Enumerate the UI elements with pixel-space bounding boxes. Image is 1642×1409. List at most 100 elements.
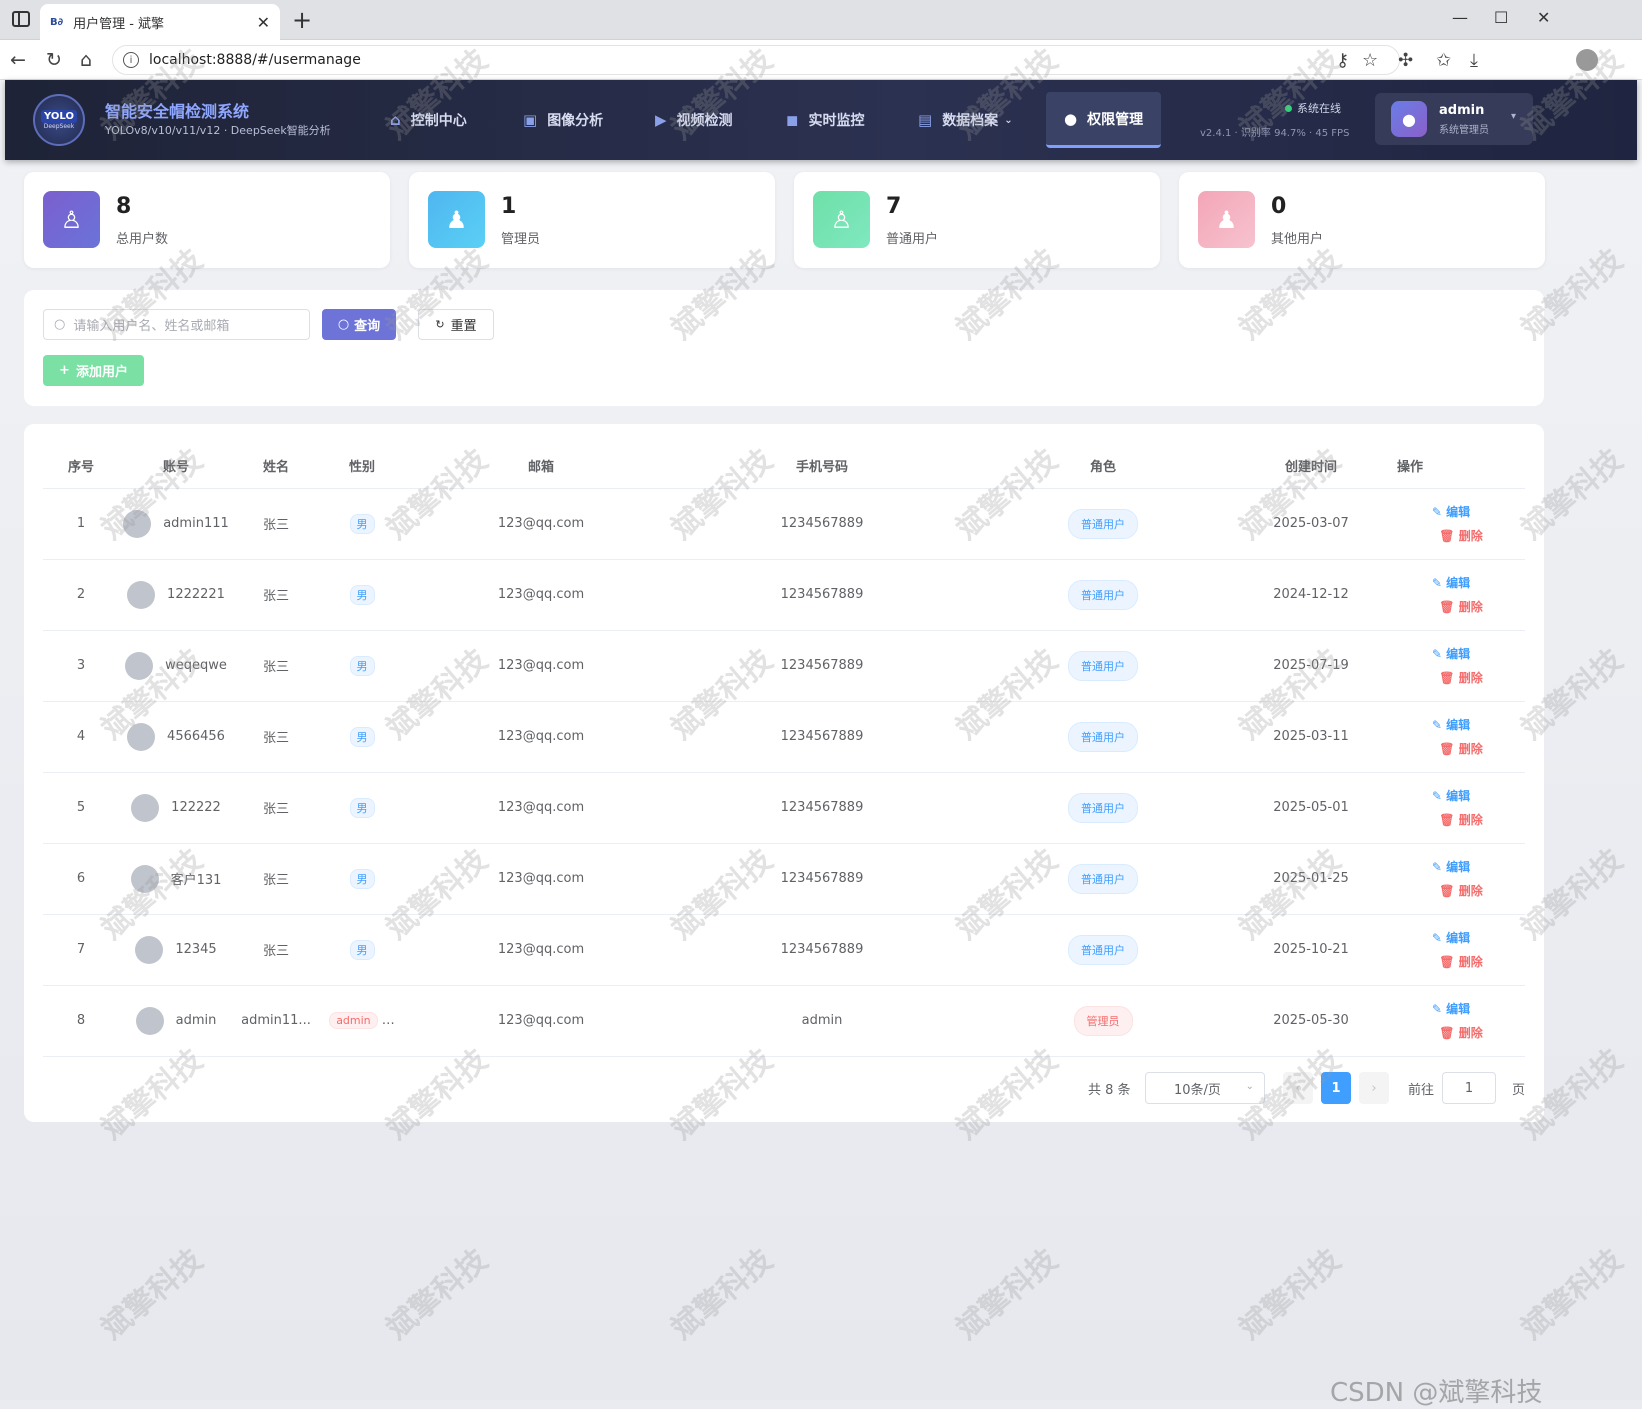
search-icon: ○ <box>337 317 350 332</box>
new-tab-icon[interactable]: + <box>292 6 312 34</box>
users-icon: ♙ <box>43 191 100 248</box>
table-row: 1 admin111 张三 男 123@qq.com 1234567889 普通… <box>43 488 1525 560</box>
app-viewport: YOLO DeepSeek 智能安全帽检测系统 YOLOv8/v10/v11/v… <box>0 43 1642 1408</box>
delete-button[interactable]: 🗑 删除 <box>1439 879 1482 903</box>
account-text: 客户131 <box>170 873 222 888</box>
stat-label: 管理员 <box>501 232 541 247</box>
cell-phone: 1234567889 <box>677 914 967 986</box>
edit-button[interactable]: ✎ 编辑 <box>1432 713 1470 737</box>
delete-button[interactable]: 🗑 删除 <box>1439 524 1482 548</box>
tab-close-icon[interactable]: ✕ <box>257 13 270 32</box>
star-icon[interactable]: ☆ <box>1362 50 1378 71</box>
cell-phone: admin <box>677 985 967 1057</box>
column-header: 创建时间 <box>1239 444 1383 489</box>
delete-button[interactable]: 🗑 删除 <box>1439 595 1482 619</box>
cell-account: 4566456 <box>119 701 233 773</box>
cell-phone: 1234567889 <box>677 559 967 631</box>
goto-label: 前往 <box>1408 1083 1435 1098</box>
reload-icon[interactable]: ↻ <box>46 49 62 71</box>
sidebar-toggle-icon[interactable] <box>12 11 30 27</box>
cell-name: 张三 <box>233 559 319 631</box>
delete-button[interactable]: 🗑 删除 <box>1439 737 1482 761</box>
extensions-icon[interactable]: ✣ <box>1398 50 1413 71</box>
edit-button[interactable]: ✎ 编辑 <box>1432 784 1470 808</box>
tab-title: 用户管理 - 斌擎 <box>73 16 165 32</box>
nav-item-image[interactable]: ▣ 图像分析 <box>523 80 603 160</box>
nav-item-video[interactable]: ▶ 视频检测 <box>655 80 733 160</box>
cell-email: 123@qq.com <box>405 914 677 986</box>
edit-button[interactable]: ✎ 编辑 <box>1432 855 1470 879</box>
delete-label: 删除 <box>1458 812 1483 827</box>
cell-actions: ✎ 编辑 🗑 删除 <box>1383 559 1525 631</box>
user-menu[interactable]: ● admin 系统管理员 ▾ <box>1375 93 1533 145</box>
profile-avatar[interactable] <box>1576 49 1598 71</box>
download-icon[interactable]: ⤓ <box>1470 50 1478 71</box>
reset-button[interactable]: ↻ 重置 <box>418 309 494 340</box>
delete-label: 删除 <box>1458 954 1483 969</box>
cell-created: 2025-01-25 <box>1239 843 1383 915</box>
role-tag: 普通用户 <box>1068 792 1138 823</box>
edit-label: 编辑 <box>1446 930 1471 945</box>
window-close-icon[interactable]: ✕ <box>1537 8 1550 27</box>
role-tag: 普通用户 <box>1068 721 1138 752</box>
user-outline-icon: ♙ <box>813 191 870 248</box>
edit-icon: ✎ <box>1431 575 1447 590</box>
browser-tab[interactable]: B∂ 用户管理 - 斌擎 ✕ <box>40 4 280 40</box>
query-label: 查询 <box>354 319 381 334</box>
search-input[interactable]: ○ 请输入用户名、姓名或邮箱 <box>43 309 310 340</box>
user-role: 系统管理员 <box>1439 125 1489 136</box>
key-icon[interactable]: ⚷ <box>1336 50 1349 71</box>
trash-icon: 🗑 <box>1439 599 1459 614</box>
nav-item-archive[interactable]: ▤ 数据档案 ⌄ <box>918 80 1013 160</box>
page-size-select[interactable]: 10条/页 ⌄ <box>1145 1072 1265 1104</box>
home-browser-icon[interactable]: ⌂ <box>80 49 92 71</box>
site-info-icon[interactable]: i <box>123 52 139 68</box>
nav-item-dashboard[interactable]: ⌂ 控制中心 <box>390 80 467 160</box>
account-text: weqeqwe <box>165 658 227 673</box>
delete-button[interactable]: 🗑 删除 <box>1439 1021 1482 1045</box>
next-page-button[interactable]: › <box>1359 1072 1389 1104</box>
goto-page-input[interactable]: 1 <box>1442 1072 1496 1104</box>
cell-phone: 1234567889 <box>677 843 967 915</box>
cell-phone: 1234567889 <box>677 701 967 773</box>
cell-email: 123@qq.com <box>405 843 677 915</box>
user-name: admin <box>1439 103 1485 118</box>
gender-tag: 男 <box>349 655 375 676</box>
delete-button[interactable]: 🗑 删除 <box>1439 950 1482 974</box>
search-panel: ○ 请输入用户名、姓名或邮箱 ○ 查询 ↻ 重置 + 添加用户 <box>24 290 1544 406</box>
account-text: 4566456 <box>167 729 225 744</box>
back-icon[interactable]: ← <box>10 49 26 71</box>
prev-page-button[interactable]: ‹ <box>1283 1072 1313 1104</box>
edit-button[interactable]: ✎ 编辑 <box>1432 926 1470 950</box>
page-number-current[interactable]: 1 <box>1321 1072 1351 1104</box>
admin-icon: ♟ <box>428 191 485 248</box>
edit-button[interactable]: ✎ 编辑 <box>1432 642 1470 666</box>
status-dot-icon <box>1285 105 1292 112</box>
cell-name: admin11... <box>233 985 319 1057</box>
cell-phone: 1234567889 <box>677 772 967 844</box>
delete-button[interactable]: 🗑 删除 <box>1439 808 1482 832</box>
edit-button[interactable]: ✎ 编辑 <box>1432 997 1470 1021</box>
stat-value: 0 <box>1271 194 1287 219</box>
cell-actions: ✎ 编辑 🗑 删除 <box>1383 630 1525 702</box>
column-header: 性别 <box>319 444 405 489</box>
minimize-icon[interactable]: — <box>1452 8 1468 27</box>
edit-button[interactable]: ✎ 编辑 <box>1432 571 1470 595</box>
add-user-button[interactable]: + 添加用户 <box>43 355 144 386</box>
stat-label: 总用户数 <box>116 232 169 247</box>
favorites-icon[interactable]: ✩ <box>1436 50 1451 71</box>
logo-text: YOLO <box>41 110 77 123</box>
nav-item-monitor[interactable]: ◼ 实时监控 <box>786 80 864 160</box>
stat-card-total: ♙ 8 总用户数 <box>24 172 390 268</box>
trash-icon: 🗑 <box>1439 812 1459 827</box>
gender-tag: 男 <box>349 726 375 747</box>
watermark-text: 斌擎科技 <box>1515 1242 1630 1347</box>
nav-item-permission[interactable]: ● 权限管理 <box>1046 92 1162 148</box>
cell-no: 2 <box>43 559 119 631</box>
maximize-icon[interactable]: ☐ <box>1494 8 1508 27</box>
delete-button[interactable]: 🗑 删除 <box>1439 666 1482 690</box>
table-row: 3 weqeqwe 张三 男 123@qq.com 1234567889 普通用… <box>43 630 1525 702</box>
query-button[interactable]: ○ 查询 <box>322 309 396 340</box>
edit-button[interactable]: ✎ 编辑 <box>1432 500 1470 524</box>
url-field[interactable]: i localhost:8888/#/usermanage <box>112 45 1400 75</box>
